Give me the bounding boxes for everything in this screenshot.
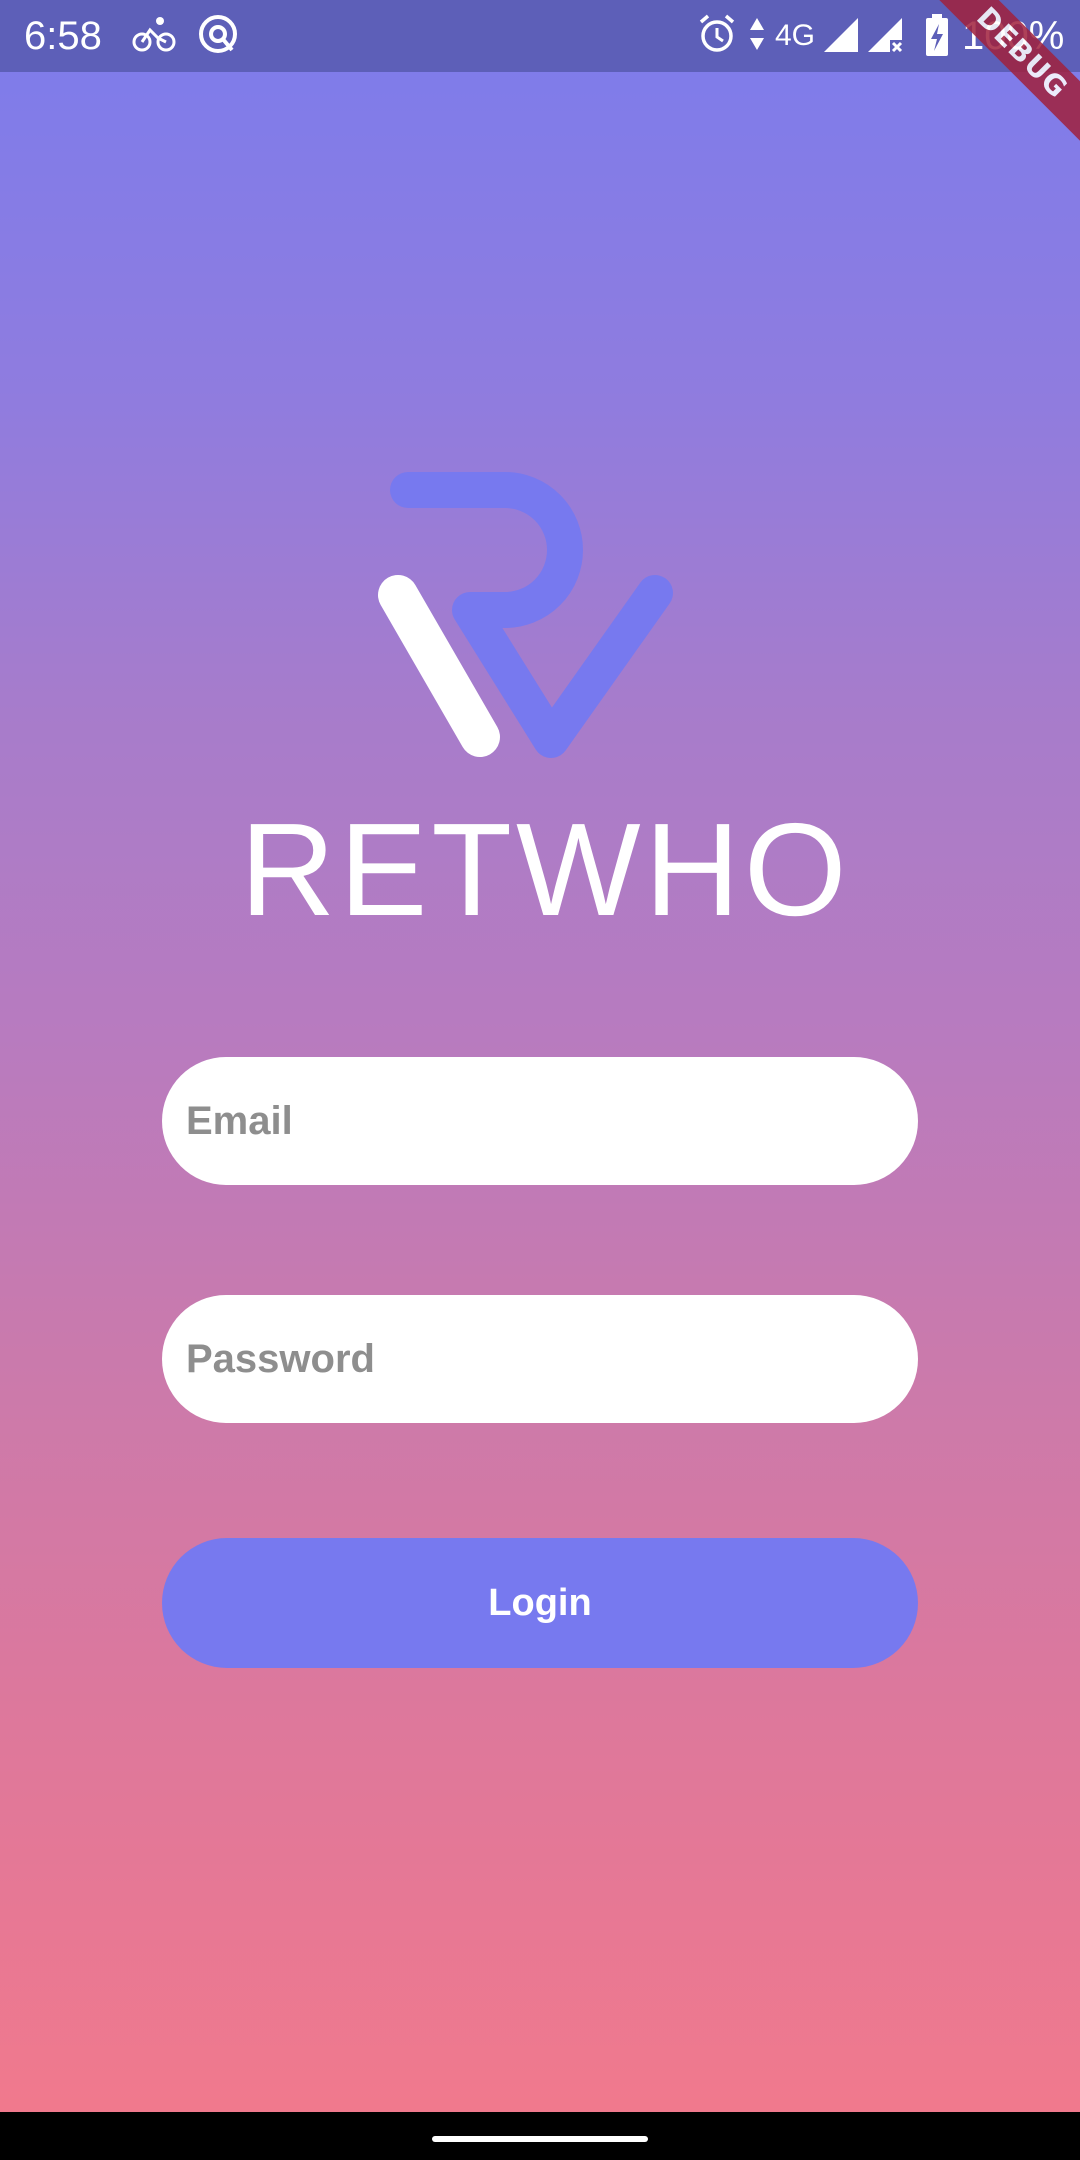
login-button[interactable]: Login <box>162 1538 918 1668</box>
navigation-bar <box>0 2112 1080 2160</box>
email-placeholder: Email <box>186 1098 293 1143</box>
login-button-label: Login <box>488 1581 592 1624</box>
alarm-icon <box>699 14 735 52</box>
retwho-logo-icon <box>378 472 673 758</box>
signal-no-sim-icon <box>868 18 903 53</box>
network-type: 4G <box>775 19 816 52</box>
password-placeholder: Password <box>186 1336 375 1381</box>
cycling-icon <box>132 17 176 52</box>
password-field[interactable]: Password <box>162 1295 918 1423</box>
signal-icon <box>824 18 858 52</box>
brand-name: RETWHO <box>240 796 851 943</box>
data-arrows-icon <box>750 18 764 50</box>
email-field[interactable]: Email <box>162 1057 918 1185</box>
login-screen: 6:58 4G DEBUG RETWHO Email Password Logi… <box>0 0 1080 2160</box>
status-time: 6:58 <box>24 14 102 58</box>
battery-charging-icon <box>926 14 948 56</box>
home-gesture-handle[interactable] <box>432 2136 648 2142</box>
data-saver-icon <box>199 15 237 53</box>
status-bar: 6:58 4G <box>0 0 1080 72</box>
